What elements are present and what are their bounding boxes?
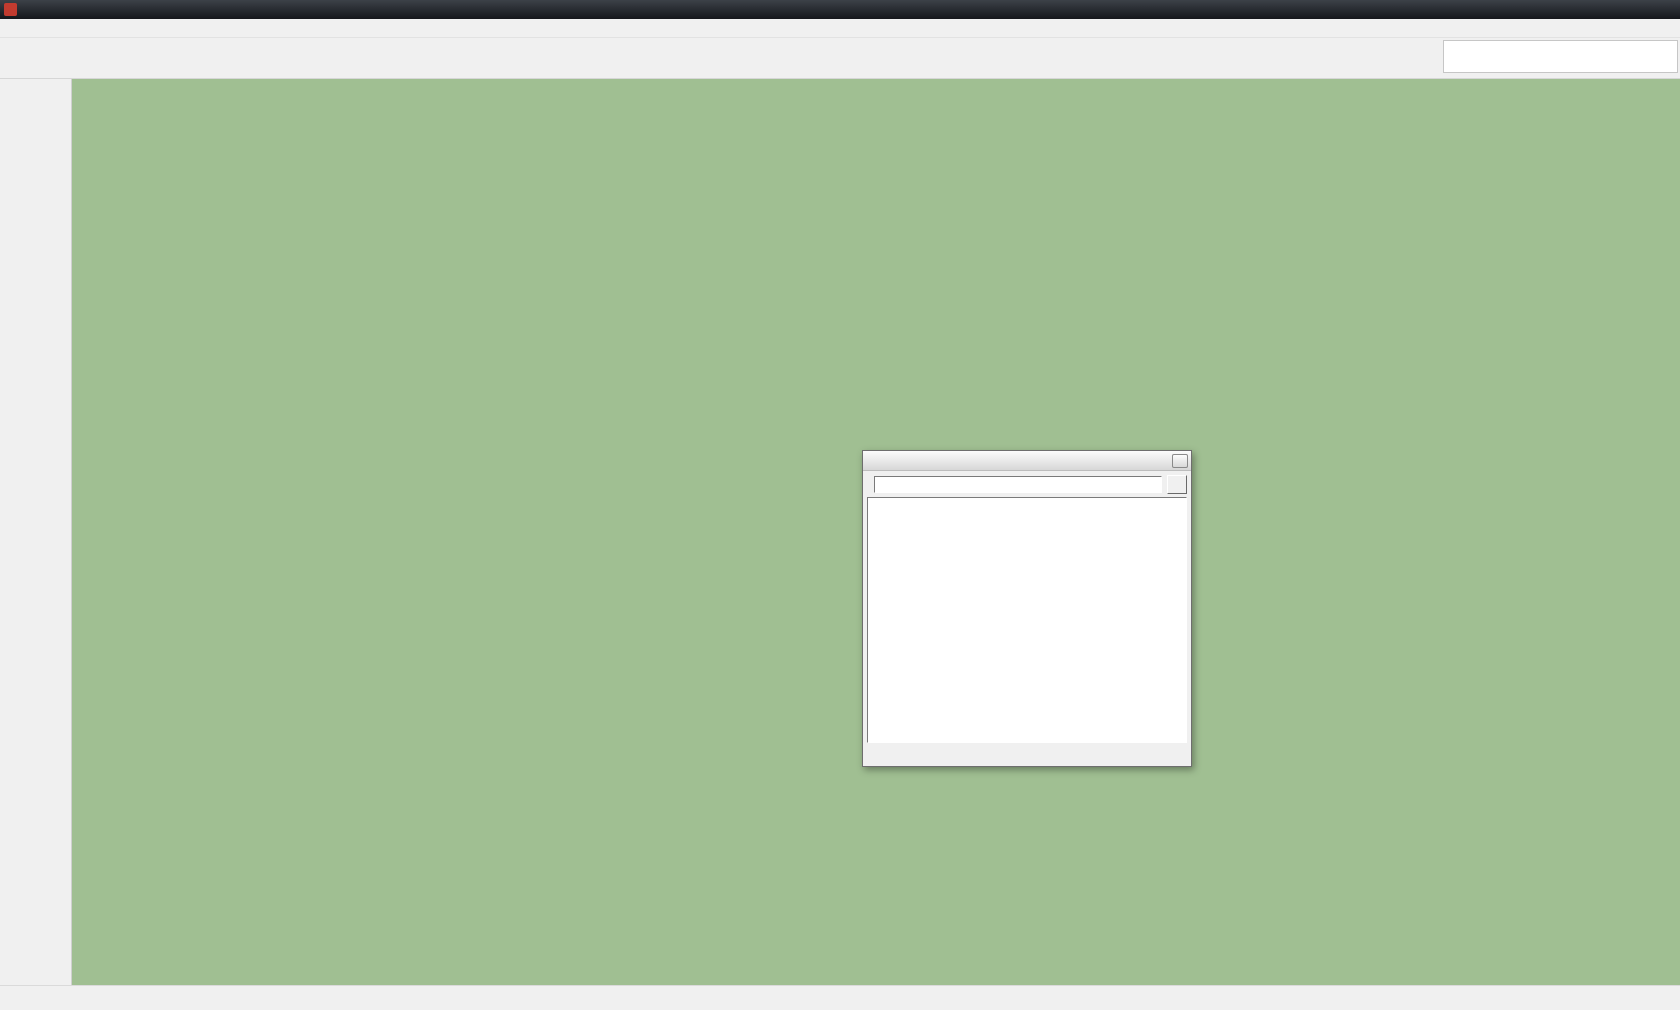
outliner-filter-row	[863, 471, 1191, 497]
outliner-panel	[862, 450, 1192, 767]
main-toolbar	[0, 38, 1680, 79]
outliner-tree	[867, 497, 1187, 743]
close-icon[interactable]	[1172, 453, 1188, 468]
measurements-box[interactable]	[1443, 40, 1678, 73]
statusbar	[0, 985, 1680, 1010]
menubar	[0, 19, 1680, 38]
filter-input[interactable]	[874, 476, 1162, 493]
tool-sidebar	[0, 79, 72, 985]
filter-go-button[interactable]	[1167, 475, 1187, 494]
window-titlebar[interactable]	[0, 0, 1680, 19]
sketchup-logo-icon	[4, 3, 17, 16]
model-viewport[interactable]	[72, 79, 1680, 985]
large-tool-set	[0, 79, 71, 95]
outliner-titlebar[interactable]	[863, 451, 1191, 471]
